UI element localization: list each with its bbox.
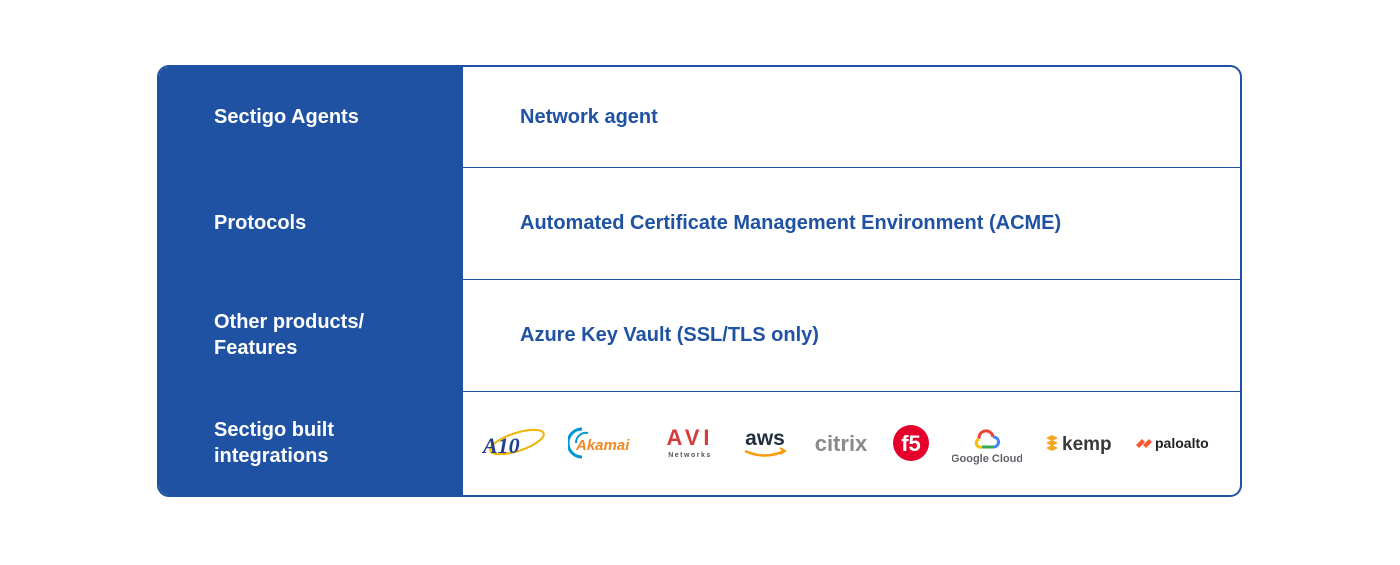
svg-text:Google Cloud: Google Cloud: [952, 453, 1022, 465]
label-other-products: Other products/ Features: [214, 310, 365, 359]
svg-text:aws: aws: [745, 427, 785, 450]
svg-text:Networks: Networks: [668, 452, 712, 459]
google-cloud-logo: Google Cloud: [952, 421, 1022, 465]
label-sectigo-agents: Sectigo Agents: [214, 106, 359, 129]
kemp-logo: kemp: [1043, 421, 1113, 465]
value-azure-key-vault: Azure Key Vault (SSL/TLS only): [463, 279, 1240, 391]
value-network-agent: Network agent: [520, 105, 658, 128]
a10-logo: A10: [481, 421, 547, 465]
aws-logo: aws: [740, 421, 790, 465]
akamai-logo: Akamai: [567, 421, 640, 465]
svg-text:AVI: AVI: [666, 425, 713, 450]
integration-logos: A10 Akamai AVI Networks aws citrix f5 Go…: [463, 390, 1240, 495]
svg-text:citrix: citrix: [814, 431, 867, 456]
f5-logo: f5: [891, 421, 931, 465]
label-built-integrations: Sectigo built integrations: [214, 418, 334, 467]
svg-text:Akamai: Akamai: [575, 437, 630, 454]
avi-networks-logo: AVI Networks: [661, 421, 719, 465]
label-column: Sectigo Agents Protocols Other products/…: [159, 67, 463, 495]
svg-text:A10: A10: [481, 433, 520, 458]
citrix-logo: citrix: [811, 421, 871, 465]
value-acme: Automated Certificate Management Environ…: [463, 167, 1240, 279]
svg-text:paloalto: paloalto: [1155, 435, 1209, 451]
svg-text:f5: f5: [902, 431, 922, 456]
svg-text:kemp: kemp: [1062, 434, 1112, 455]
integrations-card: Sectigo Agents Protocols Other products/…: [157, 65, 1242, 497]
paloalto-logo: paloalto: [1134, 421, 1220, 465]
label-protocols: Protocols: [214, 212, 307, 235]
value-column: Network agent Automated Certificate Mana…: [463, 67, 1240, 495]
